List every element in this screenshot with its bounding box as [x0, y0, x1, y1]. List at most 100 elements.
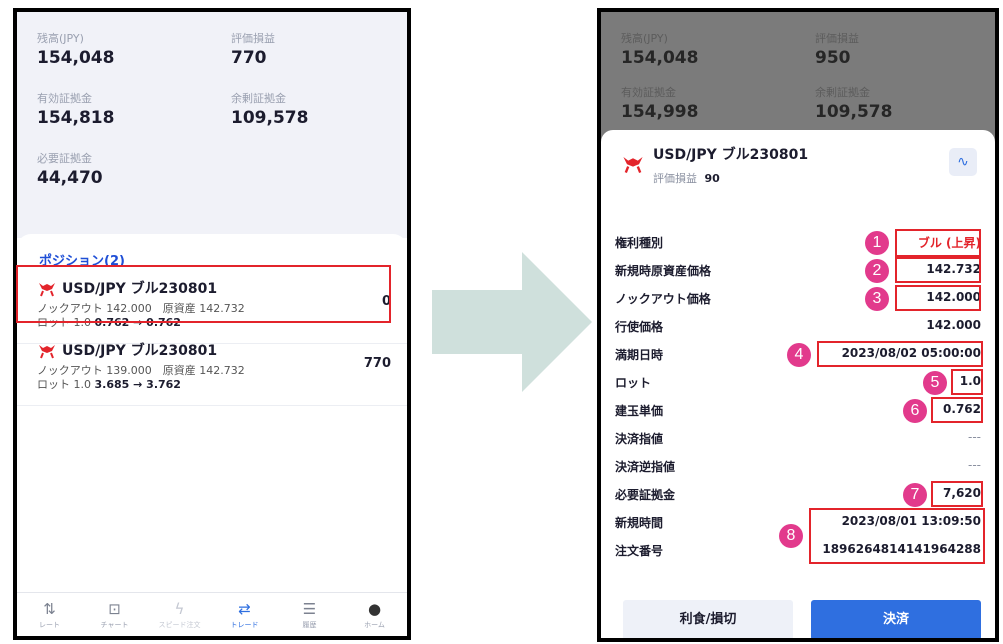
equity-label: 有効証拠金: [37, 92, 92, 105]
nav-trade[interactable]: ⇄ トレード: [215, 600, 275, 630]
detail-row: 決済指値 ---: [601, 426, 995, 452]
detail-row: 決済逆指値 ---: [601, 454, 995, 480]
account-summary: 残高(JPY) 154,048 評価損益 770 有効証拠金 154,818 余…: [17, 12, 407, 238]
free-margin-cell: 余剰証拠金 109,578: [231, 90, 308, 128]
account-summary-dimmed: 残高(JPY) 154,048 評価損益 950 有効証拠金 154,998 余…: [601, 12, 995, 132]
pl-value: 770: [231, 48, 267, 68]
chart-icon: ⊡: [108, 599, 121, 618]
nav-chart[interactable]: ⊡ チャート: [85, 600, 145, 630]
free-margin-label: 余剰証拠金: [231, 92, 286, 105]
take-profit-stop-loss-button[interactable]: 利食/損切: [623, 600, 793, 638]
nav-speed-order[interactable]: ϟ スピード注文: [150, 600, 210, 630]
row-label: 必要証拠金: [615, 488, 676, 502]
balance-value: 154,048: [621, 48, 699, 68]
row-label: ロット: [615, 376, 652, 390]
highlight-box: [895, 257, 981, 283]
detail-pl: 評価損益 90: [653, 170, 808, 186]
bull-icon: [39, 345, 55, 359]
free-margin-value: 109,578: [231, 108, 309, 128]
balance-label: 残高(JPY): [37, 32, 84, 45]
settle-button[interactable]: 決済: [811, 600, 981, 638]
nav-label: レート: [39, 620, 60, 629]
position-detail-sheet: USD/JPY ブル230801 評価損益 90 ∿ 権利種別 ブル (上昇) …: [601, 130, 995, 638]
nav-home[interactable]: ● ホーム: [345, 600, 405, 630]
position-row[interactable]: USD/JPY ブル230801 ノックアウト 139.000 原資産 142.…: [17, 334, 407, 406]
position-name: USD/JPY ブル230801: [62, 343, 218, 359]
equity-cell: 有効証拠金 154,998: [621, 84, 698, 122]
bull-icon: [623, 157, 643, 174]
position-lot-line: ロット 1.0 3.685 → 3.762: [37, 376, 181, 392]
balance-label: 残高(JPY): [621, 32, 668, 45]
position-price-change: 3.685 → 3.762: [94, 378, 181, 391]
nav-label: 履歴: [302, 620, 317, 629]
step-badge: 5: [923, 371, 947, 395]
step-badge: 8: [779, 524, 803, 548]
equity-cell: 有効証拠金 154,818: [37, 90, 114, 128]
pl-cell: 評価損益 770: [231, 30, 275, 68]
nav-label: ホーム: [364, 620, 385, 629]
nav-label: スピード注文: [158, 620, 201, 629]
equity-value: 154,998: [621, 102, 699, 122]
row-label: 決済逆指値: [615, 460, 676, 474]
pl-label: 評価損益: [231, 32, 275, 45]
equity-label: 有効証拠金: [621, 86, 676, 99]
required-margin-cell: 必要証拠金 44,470: [37, 150, 103, 188]
position-name-row: USD/JPY ブル230801: [37, 340, 217, 360]
highlight-box: [817, 341, 983, 367]
highlight-box: [16, 265, 391, 323]
row-label: 行使価格: [615, 320, 664, 334]
position-lot: ロット 1.0: [37, 378, 91, 391]
bottom-nav: ⇅ レート ⊡ チャート ϟ スピード注文 ⇄ トレード ☰ 履歴 ● ホーム: [17, 592, 407, 636]
left-phone-screen: 残高(JPY) 154,048 評価損益 770 有効証拠金 154,818 余…: [13, 8, 411, 640]
step-badge: 2: [865, 259, 889, 283]
position-pl: 770: [363, 356, 391, 371]
highlight-box: [895, 285, 981, 311]
trade-icon: ⇄: [238, 599, 251, 618]
step-badge: 1: [865, 231, 889, 255]
history-icon: ☰: [302, 599, 317, 618]
nav-history[interactable]: ☰ 履歴: [280, 600, 340, 630]
highlight-box: [895, 229, 981, 257]
row-label: 新規時原資産価格: [615, 264, 712, 278]
row-label: 注文番号: [615, 544, 664, 558]
highlight-box: [809, 508, 985, 564]
step-badge: 7: [903, 483, 927, 507]
free-margin-value: 109,578: [815, 102, 893, 122]
row-value: ---: [968, 458, 981, 472]
pl-value: 950: [815, 48, 851, 68]
balance-cell: 残高(JPY) 154,048: [621, 30, 698, 68]
detail-pl-label: 評価損益: [653, 172, 697, 185]
highlight-box: [951, 369, 983, 395]
row-label: 建玉単価: [615, 404, 664, 418]
detail-header: USD/JPY ブル230801 評価損益 90: [621, 144, 808, 186]
row-label: ノックアウト価格: [615, 292, 711, 306]
row-label: 決済指値: [615, 432, 664, 446]
balance-cell: 残高(JPY) 154,048: [37, 30, 114, 68]
row-label: 権利種別: [615, 236, 664, 250]
arrow-right-icon: [432, 252, 592, 392]
row-value: ---: [968, 430, 981, 444]
highlight-box: [931, 481, 983, 507]
nav-rate[interactable]: ⇅ レート: [20, 600, 80, 630]
detail-row: 行使価格 142.000: [601, 314, 995, 340]
right-phone-screen: 残高(JPY) 154,048 評価損益 950 有効証拠金 154,998 余…: [597, 8, 999, 642]
required-margin-value: 44,470: [37, 168, 103, 188]
balance-value: 154,048: [37, 48, 115, 68]
step-badge: 6: [903, 399, 927, 423]
step-badge: 4: [787, 343, 811, 367]
detail-pl-value: 90: [704, 172, 720, 185]
detail-title: USD/JPY ブル230801: [653, 147, 809, 163]
row-label: 満期日時: [615, 348, 664, 362]
pulse-icon: ∿: [957, 154, 969, 170]
row-value: 142.000: [926, 318, 981, 332]
nav-label: チャート: [100, 620, 129, 629]
highlight-box: [931, 397, 983, 423]
home-icon: ●: [367, 599, 382, 618]
row-label: 新規時間: [615, 516, 664, 530]
free-margin-cell: 余剰証拠金 109,578: [815, 84, 892, 122]
pl-cell: 評価損益 950: [815, 30, 859, 68]
speed-order-icon: ϟ: [174, 599, 185, 618]
chart-button[interactable]: ∿: [949, 148, 977, 176]
equity-value: 154,818: [37, 108, 115, 128]
step-badge: 3: [865, 287, 889, 311]
